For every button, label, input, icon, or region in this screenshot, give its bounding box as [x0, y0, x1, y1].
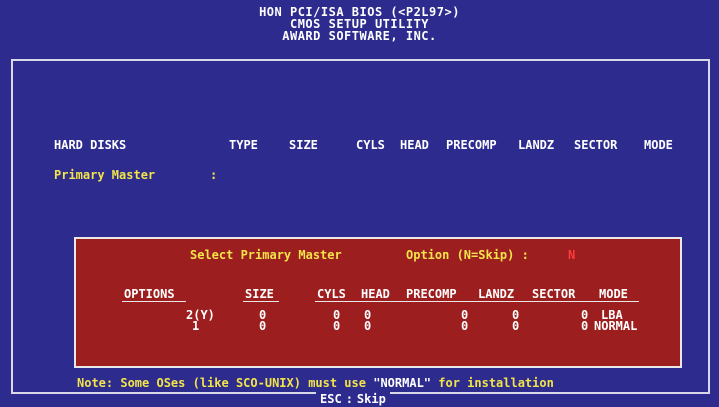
primary-master-label: Primary Master — [54, 168, 156, 182]
col-type: TYPE — [229, 138, 258, 152]
dcol-precomp: PRECOMP — [406, 287, 457, 301]
col-landz: LANDZ — [518, 138, 555, 152]
dcol-sector: SECTOR — [532, 287, 576, 301]
bios-screen: HON PCI/ISA BIOS (<P2L97>) CMOS SETUP UT… — [0, 0, 719, 407]
col-hard-disks: HARD DISKS — [54, 138, 127, 152]
dcol-size: SIZE — [245, 287, 274, 301]
col-head: HEAD — [400, 138, 429, 152]
dcol-options: OPTIONS — [124, 287, 175, 301]
esc-action: Skip — [356, 392, 386, 406]
option-row-2-sector: 0 — [581, 319, 589, 333]
underline-options — [122, 301, 186, 302]
option-prompt: Option (N=Skip) : — [406, 248, 529, 262]
col-precomp: PRECOMP — [446, 138, 497, 152]
note-prefix: Note: Some OSes (like SCO-UNIX) must use — [77, 376, 374, 390]
col-size: SIZE — [289, 138, 318, 152]
dcol-landz: LANDZ — [478, 287, 515, 301]
col-mode: MODE — [644, 138, 673, 152]
col-cyls: CYLS — [356, 138, 385, 152]
installation-note: Note: Some OSes (like SCO-UNIX) must use… — [77, 376, 554, 390]
dialog-title: Select Primary Master — [190, 248, 342, 262]
primary-master-separator: : — [210, 168, 218, 182]
option-row-2-precomp: 0 — [461, 319, 469, 333]
option-input[interactable]: N — [568, 248, 575, 262]
option-row-2-head: 0 — [364, 319, 372, 333]
note-suffix: for installation — [431, 376, 554, 390]
col-sector: SECTOR — [574, 138, 618, 152]
note-quote: "NORMAL" — [373, 376, 432, 390]
option-row-2-option: 1 — [192, 319, 200, 333]
underline-geometry — [315, 301, 639, 302]
bios-header: HON PCI/ISA BIOS (<P2L97>) CMOS SETUP UT… — [0, 6, 719, 42]
esc-skip-hint[interactable]: ESC: Skip — [316, 392, 390, 406]
dcol-cyls: CYLS — [317, 287, 346, 301]
underline-size — [243, 301, 279, 302]
dcol-mode: MODE — [599, 287, 628, 301]
vendor-title: AWARD SOFTWARE, INC. — [282, 29, 437, 43]
esc-key: ESC — [320, 392, 342, 406]
option-row-2-cyls: 0 — [333, 319, 341, 333]
primary-master-row[interactable]: Primary Master : — [54, 168, 217, 182]
dcol-head: HEAD — [361, 287, 390, 301]
option-row-2-landz: 0 — [512, 319, 520, 333]
option-row-1-option: 2(Y) — [186, 308, 215, 322]
hint-separator: : — [345, 392, 353, 406]
option-row-2-mode: NORMAL — [594, 319, 638, 333]
option-row-2-size: 0 — [259, 319, 267, 333]
select-drive-dialog: Select Primary Master Option (N=Skip) : … — [74, 237, 682, 368]
